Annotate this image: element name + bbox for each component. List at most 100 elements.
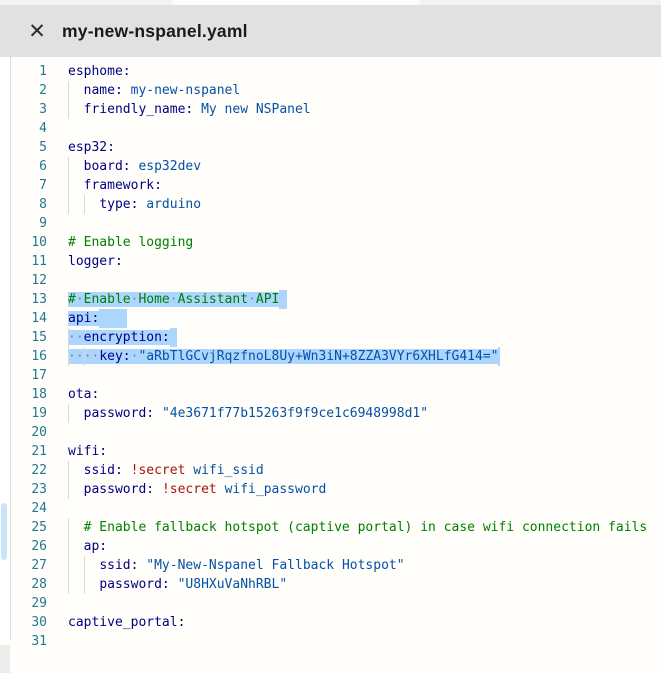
line-number[interactable]: 2: [0, 81, 47, 100]
line-number[interactable]: 31: [0, 632, 47, 651]
line-number[interactable]: 25: [0, 518, 47, 537]
line-number[interactable]: 5: [0, 138, 47, 157]
selection-highlight: ····key:·"aRbTlGCvjRqzfnoL8Uy+Wn3iN+8ZZA…: [68, 349, 498, 364]
code-token: Assistant: [178, 292, 248, 307]
code-segment: logger:: [68, 254, 123, 269]
code-line: 25 # Enable fallback hotspot (captive po…: [0, 518, 651, 537]
code-text[interactable]: api:: [68, 309, 127, 328]
code-text[interactable]: #·Enable·Home·Assistant·API: [68, 290, 287, 309]
code-text[interactable]: captive_portal:: [68, 613, 185, 632]
code-text[interactable]: ssid: "My-New-Nspanel Fallback Hotspot": [68, 556, 405, 575]
code-text[interactable]: ssid: !secret wifi_ssid: [68, 461, 264, 480]
line-number[interactable]: 12: [0, 271, 47, 290]
line-number[interactable]: 7: [0, 176, 47, 195]
code-token: name:: [84, 83, 123, 98]
line-number[interactable]: 29: [0, 594, 47, 613]
code-text[interactable]: ····key:·"aRbTlGCvjRqzfnoL8Uy+Wn3iN+8ZZA…: [68, 347, 500, 366]
selection-highlight: #·Enable·Home·Assistant·API: [68, 292, 279, 307]
editor-window: { "header": { "title": "my-new-nspanel.y…: [0, 0, 661, 673]
code-segment: captive_portal:: [68, 615, 185, 630]
code-text[interactable]: type: arduino: [68, 195, 201, 214]
line-number[interactable]: 9: [0, 214, 47, 233]
code-text[interactable]: wifi:: [68, 442, 107, 461]
code-text[interactable]: ap:: [68, 537, 107, 556]
code-segment: ota:: [68, 387, 99, 402]
code-text[interactable]: esp32:: [68, 138, 115, 157]
code-token: [68, 102, 84, 117]
line-number[interactable]: 16: [0, 347, 47, 366]
line-number[interactable]: 11: [0, 252, 47, 271]
code-token: ··: [68, 330, 84, 345]
code-token: !secret: [131, 463, 186, 478]
code-text[interactable]: board: esp32dev: [68, 157, 201, 176]
code-text[interactable]: # Enable fallback hotspot (captive porta…: [68, 518, 647, 537]
code-token: [123, 83, 131, 98]
line-number[interactable]: 10: [0, 233, 47, 252]
code-text[interactable]: password: "U8HXuVaNhRBL": [68, 575, 287, 594]
code-token: password:: [84, 406, 154, 421]
code-line: 1 esphome:: [0, 62, 651, 81]
code-text[interactable]: ··encryption:: [68, 328, 177, 347]
line-number[interactable]: 23: [0, 480, 47, 499]
line-number[interactable]: 18: [0, 385, 47, 404]
code-line: 22 ssid: !secret wifi_ssid: [0, 461, 651, 480]
line-number[interactable]: 21: [0, 442, 47, 461]
code-segment: ssid: !secret wifi_ssid: [68, 463, 264, 478]
code-text[interactable]: esphome:: [68, 62, 131, 81]
code-line: 27 ssid: "My-New-Nspanel Fallback Hotspo…: [0, 556, 651, 575]
code-text[interactable]: friendly_name: My new NSPanel: [68, 100, 311, 119]
code-line: 26 ap:: [0, 537, 651, 556]
code-line: 18 ota:: [0, 385, 651, 404]
line-number[interactable]: 1: [0, 62, 47, 81]
indent-guide: [68, 347, 69, 366]
line-number[interactable]: 22: [0, 461, 47, 480]
line-number[interactable]: 15: [0, 328, 47, 347]
code-text[interactable]: name: my-new-nspanel: [68, 81, 240, 100]
code-line: 31: [0, 632, 651, 651]
code-line: 10 # Enable logging: [0, 233, 651, 252]
code-text[interactable]: logger:: [68, 252, 123, 271]
code-segment: esphome:: [68, 64, 131, 79]
indent-guide: [68, 100, 69, 119]
line-number[interactable]: 17: [0, 366, 47, 385]
line-number[interactable]: 6: [0, 157, 47, 176]
line-number[interactable]: 8: [0, 195, 47, 214]
code-token: key:: [99, 349, 130, 364]
line-number[interactable]: 3: [0, 100, 47, 119]
close-button[interactable]: ✕: [24, 18, 50, 44]
code-token: encryption:: [84, 330, 170, 345]
code-text[interactable]: framework:: [68, 176, 162, 195]
code-token: captive_portal:: [68, 615, 185, 630]
code-token: [68, 178, 84, 193]
code-text[interactable]: password: !secret wifi_password: [68, 480, 326, 499]
line-number[interactable]: 4: [0, 119, 47, 138]
code-token: password:: [84, 482, 154, 497]
line-number[interactable]: 27: [0, 556, 47, 575]
code-token: ssid:: [99, 558, 138, 573]
line-number[interactable]: 28: [0, 575, 47, 594]
line-number[interactable]: 24: [0, 499, 47, 518]
selection-newline: [498, 347, 500, 366]
line-number[interactable]: 26: [0, 537, 47, 556]
code-token: [170, 577, 178, 592]
yaml-editor[interactable]: 1 esphome: 2 name: my-new-nspanel 3 friendl…: [0, 57, 661, 673]
code-token: api:: [68, 311, 99, 326]
code-token: [217, 482, 225, 497]
code-token: wifi_password: [225, 482, 327, 497]
code-segment: # Enable fallback hotspot (captive porta…: [68, 520, 647, 535]
indent-guide: [84, 575, 85, 594]
line-number[interactable]: 13: [0, 290, 47, 309]
code-token: [68, 406, 84, 421]
code-token: [68, 539, 84, 554]
line-number[interactable]: 20: [0, 423, 47, 442]
code-text[interactable]: password: "4e3671f77b15263f9f9ce1c694899…: [68, 404, 428, 423]
code-text[interactable]: # Enable logging: [68, 233, 193, 252]
line-number[interactable]: 14: [0, 309, 47, 328]
line-number[interactable]: 30: [0, 613, 47, 632]
code-token: board:: [84, 159, 131, 174]
code-line: 6 board: esp32dev: [0, 157, 651, 176]
line-number[interactable]: 19: [0, 404, 47, 423]
code-token: wifi:: [68, 444, 107, 459]
code-line: 19 password: "4e3671f77b15263f9f9ce1c694…: [0, 404, 651, 423]
code-text[interactable]: ota:: [68, 385, 99, 404]
